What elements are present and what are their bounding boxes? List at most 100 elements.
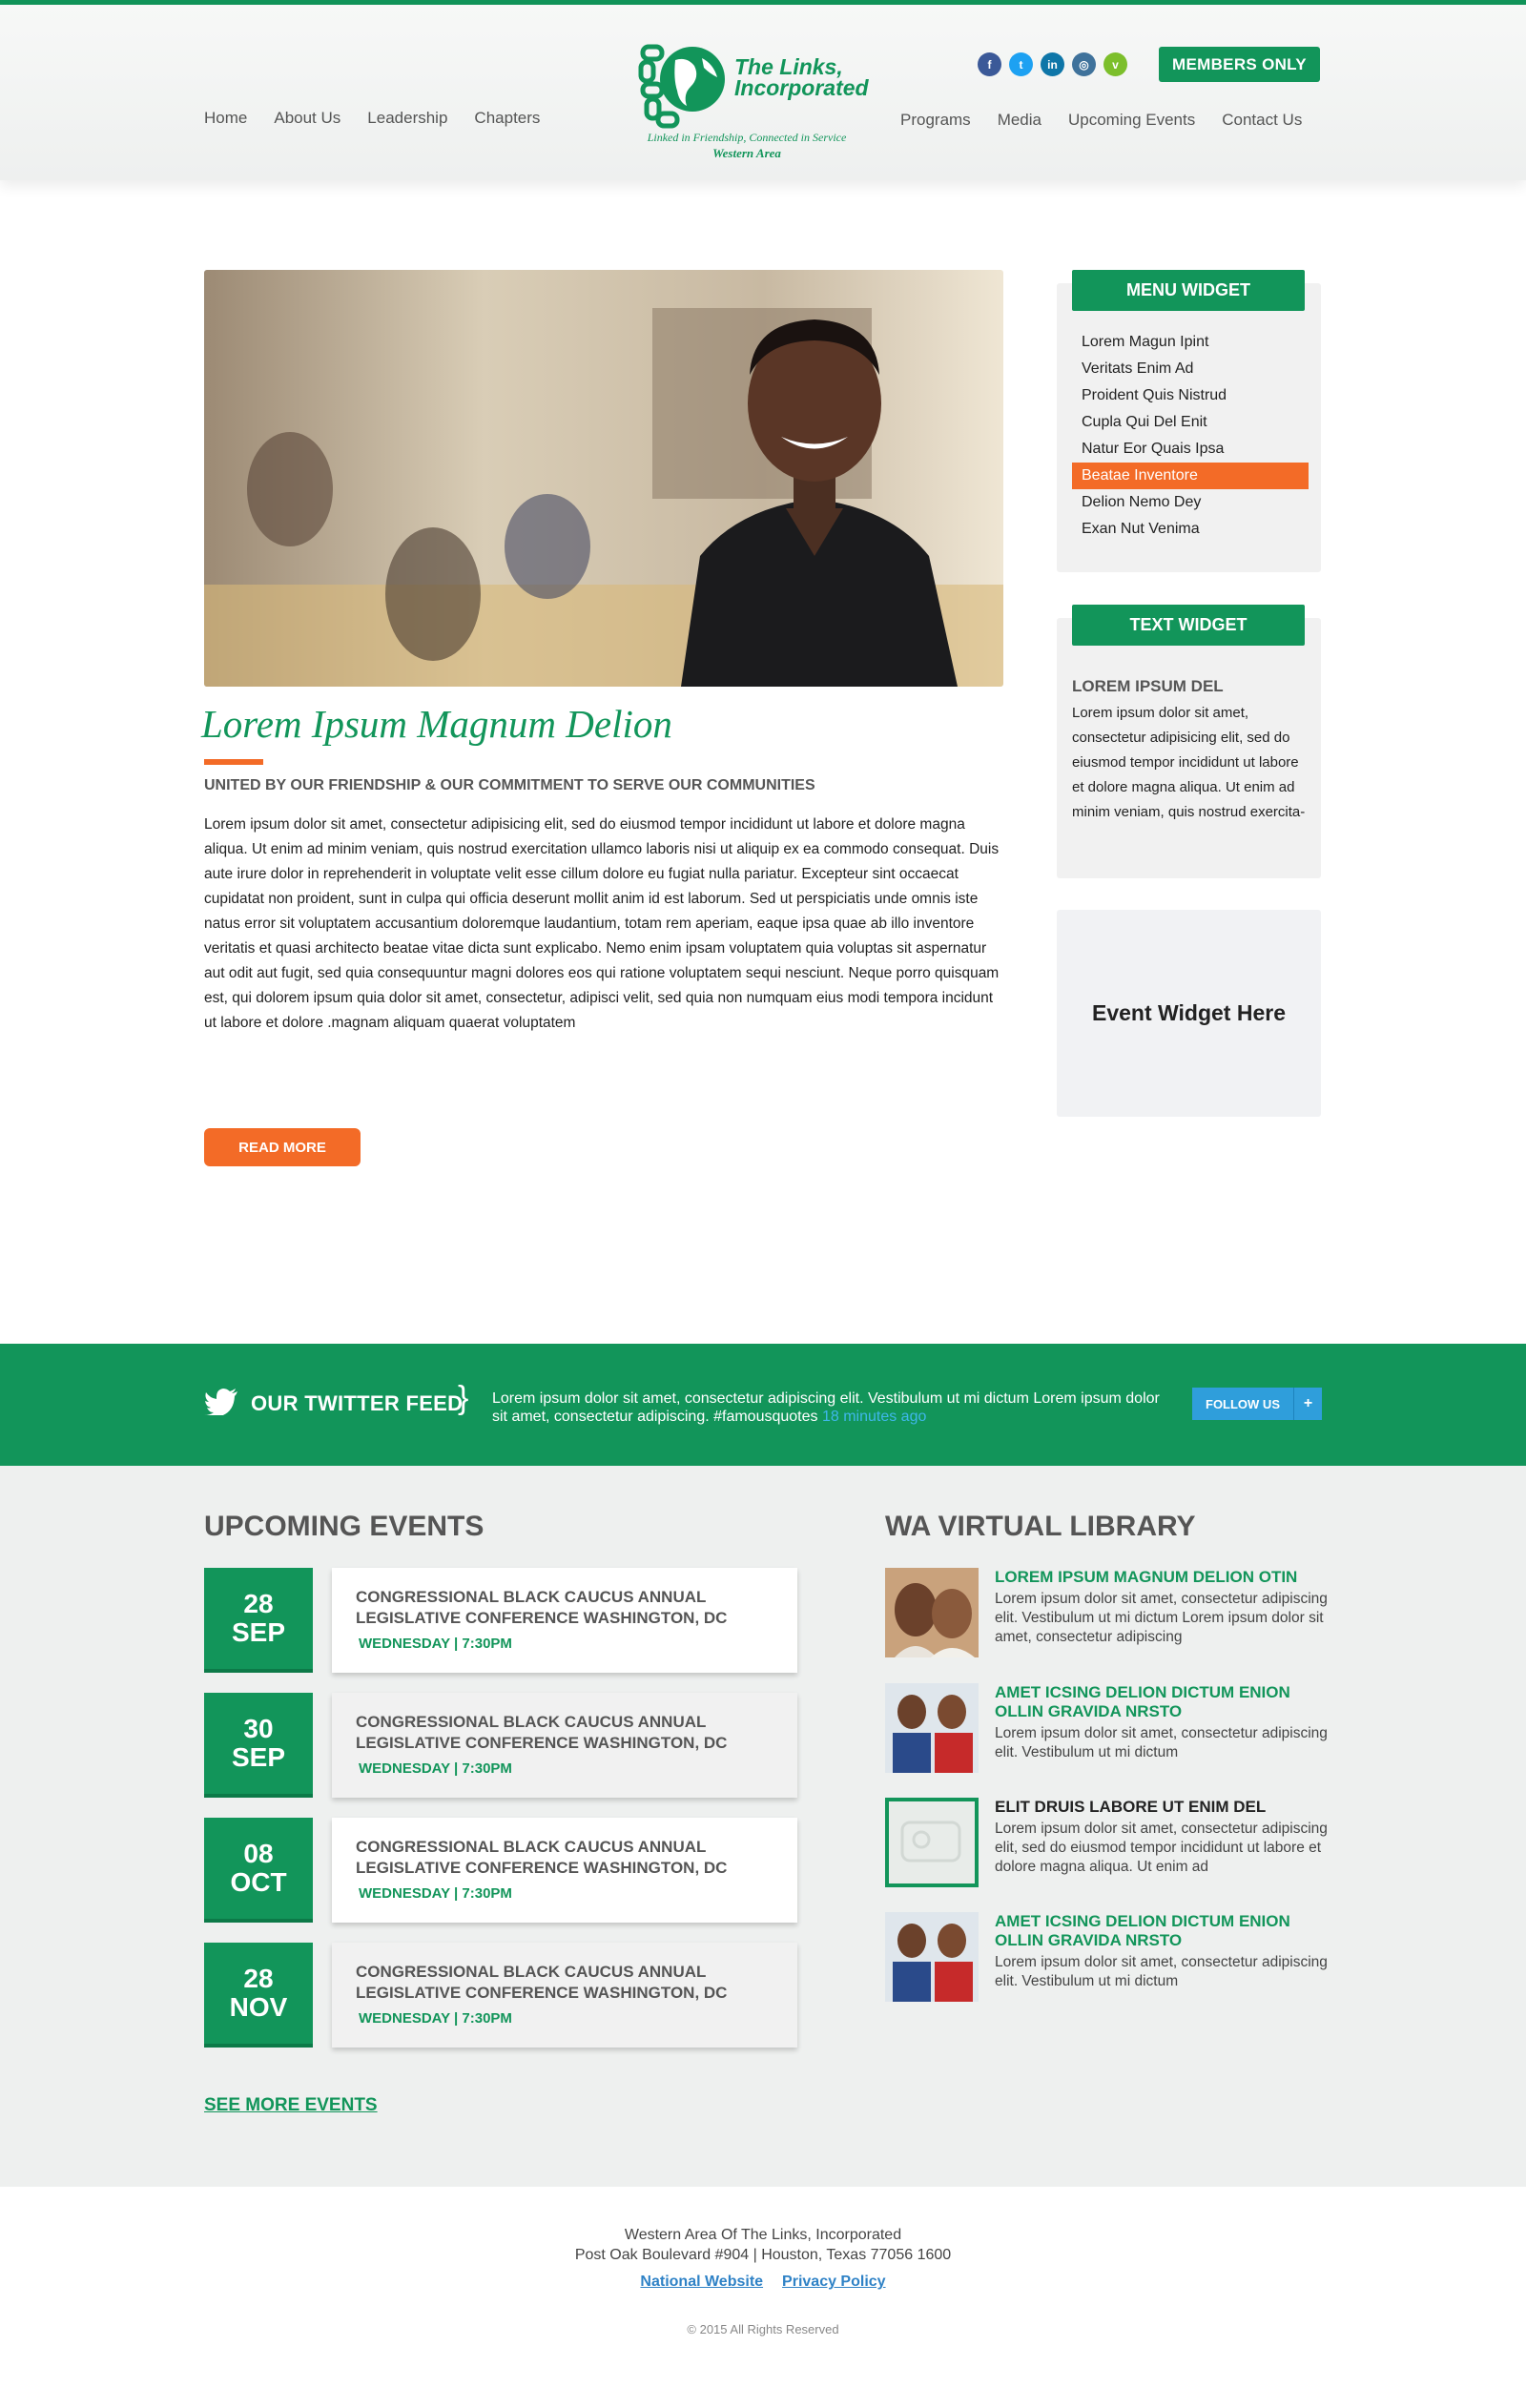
article-body: Lorem ipsum dolor sit amet, consectetur … <box>204 816 1000 1031</box>
menu-widget: MENU WIDGET Lorem Magun Ipint Veritats E… <box>1057 270 1321 572</box>
read-more-button[interactable]: READ MORE <box>204 1128 361 1166</box>
follow-us-label: FOLLOW US <box>1206 1396 1280 1411</box>
logo-tagline: Linked in Friendship, Connected in Servi… <box>647 131 847 144</box>
event-card[interactable]: CONGRESSIONAL BLACK CAUCUS ANNUAL LEGISL… <box>332 1943 797 2048</box>
events-library-section: UPCOMING EVENTS 28 SEP CONGRESSIONAL BLA… <box>0 1466 1526 2187</box>
library-item-title[interactable]: LOREM IPSUM MAGNUM DELION OTIN <box>995 1568 1333 1587</box>
menu-item[interactable]: Veritats Enim Ad <box>1072 356 1309 382</box>
menu-item[interactable]: Cupla Qui Del Enit <box>1072 409 1309 436</box>
linkedin-icon[interactable]: in <box>1041 52 1064 76</box>
nav-home[interactable]: Home <box>204 109 247 128</box>
text-widget: TEXT WIDGET LOREM IPSUM DEL Lorem ipsum … <box>1057 605 1321 878</box>
library-item-title[interactable]: AMET ICSING DELION DICTUM ENION OLLIN GR… <box>995 1683 1333 1721</box>
library-item-body: Lorem ipsum dolor sit amet, consectetur … <box>995 1591 1328 1645</box>
tweet-time[interactable]: 18 minutes ago <box>822 1409 926 1425</box>
nav-leadership[interactable]: Leadership <box>367 109 447 128</box>
see-more-events-link[interactable]: SEE MORE EVENTS <box>204 2095 378 2116</box>
footer-address: Post Oak Boulevard #904 | Houston, Texas… <box>574 2247 952 2263</box>
nav-contact-us[interactable]: Contact Us <box>1222 111 1302 130</box>
event-month: OCT <box>230 1867 287 1897</box>
library-item-title[interactable]: AMET ICSING DELION DICTUM ENION OLLIN GR… <box>995 1912 1333 1950</box>
text-widget-heading: LOREM IPSUM DEL <box>1072 677 1224 695</box>
members-only-button[interactable]: MEMBERS ONLY <box>1159 47 1320 82</box>
library-item: AMET ICSING DELION DICTUM ENION OLLIN GR… <box>885 1683 1329 1779</box>
event-month: NOV <box>229 1992 288 2022</box>
menu-widget-title: MENU WIDGET <box>1072 270 1305 311</box>
twitter-icon[interactable]: t <box>1009 52 1033 76</box>
event-widget: Event Widget Here <box>1057 910 1321 1117</box>
social-icons: f t in ◎ v <box>978 52 1127 76</box>
twitter-feed-title: OUR TWITTER FEED <box>251 1391 464 1415</box>
text-widget-body: Lorem ipsum dolor sit amet, consectetur … <box>1072 705 1306 820</box>
logo-area: Western Area <box>712 146 781 160</box>
event-month: SEP <box>231 1617 286 1647</box>
menu-item[interactable]: Delion Nemo Dey <box>1072 489 1309 516</box>
menu-widget-list: Lorem Magun Ipint Veritats Enim Ad Proid… <box>1072 329 1309 543</box>
student-photo <box>204 270 1003 687</box>
twitter-brace: } <box>458 1380 469 1416</box>
chain-globe-icon <box>638 44 725 129</box>
event-date-badge: 08 OCT <box>204 1818 313 1923</box>
event-title: CONGRESSIONAL BLACK CAUCUS ANNUAL LEGISL… <box>356 1588 728 1627</box>
twitter-feed-band: OUR TWITTER FEED } Lorem ipsum dolor sit… <box>0 1344 1526 1466</box>
nurses-photo[interactable] <box>885 1912 979 2002</box>
event-item: 08 OCT CONGRESSIONAL BLACK CAUCUS ANNUAL… <box>204 1818 797 1923</box>
event-time: WEDNESDAY | 7:30PM <box>359 1885 512 1902</box>
event-item: 30 SEP CONGRESSIONAL BLACK CAUCUS ANNUAL… <box>204 1693 797 1798</box>
library-item-title[interactable]: ELIT DRUIS LABORE UT ENIM DEL <box>995 1798 1333 1817</box>
logo-name: The Links, Incorporated <box>734 56 869 100</box>
tweet-text: Lorem ipsum dolor sit amet, consectetur … <box>492 1389 1179 1426</box>
logo-name-line2: Incorporated <box>734 75 869 100</box>
privacy-policy-link[interactable]: Privacy Policy <box>782 2274 886 2291</box>
menu-item[interactable]: Proident Quis Nistrud <box>1072 382 1309 409</box>
plus-icon: + <box>1293 1388 1322 1420</box>
twitter-bird-icon <box>204 1389 237 1415</box>
copyright: © 2015 All Rights Reserved <box>687 2322 839 2336</box>
event-month: SEP <box>231 1742 286 1772</box>
title-underline <box>204 759 263 765</box>
nav-about-us[interactable]: About Us <box>274 109 340 128</box>
event-card[interactable]: CONGRESSIONAL BLACK CAUCUS ANNUAL LEGISL… <box>332 1693 797 1798</box>
event-card[interactable]: CONGRESSIONAL BLACK CAUCUS ANNUAL LEGISL… <box>332 1568 797 1673</box>
facebook-icon[interactable]: f <box>978 52 1001 76</box>
library-item: LOREM IPSUM MAGNUM DELION OTIN Lorem ips… <box>885 1568 1329 1663</box>
virtual-library-title: WA VIRTUAL LIBRARY <box>885 1511 1196 1542</box>
menu-item-active[interactable]: Beatae Inventore <box>1072 463 1309 489</box>
site-header: Home About Us Leadership Chapters The Li… <box>0 5 1526 180</box>
event-date-badge: 28 NOV <box>204 1943 313 2048</box>
framed-placeholder-image[interactable] <box>885 1798 979 1887</box>
nurses-photo[interactable] <box>885 1683 979 1773</box>
event-time: WEDNESDAY | 7:30PM <box>359 2010 512 2027</box>
national-website-link[interactable]: National Website <box>640 2274 763 2291</box>
instagram-icon[interactable]: ◎ <box>1072 52 1096 76</box>
nav-upcoming-events[interactable]: Upcoming Events <box>1068 111 1195 130</box>
event-title: CONGRESSIONAL BLACK CAUCUS ANNUAL LEGISL… <box>356 1838 728 1877</box>
nav-media[interactable]: Media <box>998 111 1041 130</box>
follow-us-button[interactable]: FOLLOW US + <box>1192 1388 1322 1420</box>
event-day: 28 <box>243 1589 274 1618</box>
event-title: CONGRESSIONAL BLACK CAUCUS ANNUAL LEGISL… <box>356 1713 728 1752</box>
event-day: 30 <box>243 1714 274 1743</box>
hero-image <box>204 270 1003 687</box>
nav-programs[interactable]: Programs <box>900 111 971 130</box>
event-day: 28 <box>243 1964 274 1993</box>
event-date-badge: 28 SEP <box>204 1568 313 1673</box>
menu-item[interactable]: Natur Eor Quais Ipsa <box>1072 436 1309 463</box>
two-women-photo[interactable] <box>885 1568 979 1657</box>
event-item: 28 NOV CONGRESSIONAL BLACK CAUCUS ANNUAL… <box>204 1943 797 2048</box>
nav-chapters[interactable]: Chapters <box>474 109 540 128</box>
menu-item[interactable]: Exan Nut Venima <box>1072 516 1309 543</box>
vine-icon[interactable]: v <box>1103 52 1127 76</box>
library-item-body: Lorem ipsum dolor sit amet, consectetur … <box>995 1725 1328 1760</box>
library-item: AMET ICSING DELION DICTUM ENION OLLIN GR… <box>885 1912 1329 2007</box>
library-item: ELIT DRUIS LABORE UT ENIM DEL Lorem ipsu… <box>885 1798 1329 1893</box>
event-title: CONGRESSIONAL BLACK CAUCUS ANNUAL LEGISL… <box>356 1963 728 2002</box>
article-subtitle: UNITED BY OUR FRIENDSHIP & OUR COMMITMEN… <box>204 777 815 793</box>
event-card[interactable]: CONGRESSIONAL BLACK CAUCUS ANNUAL LEGISL… <box>332 1818 797 1923</box>
upcoming-events-title: UPCOMING EVENTS <box>204 1511 485 1542</box>
event-item: 28 SEP CONGRESSIONAL BLACK CAUCUS ANNUAL… <box>204 1568 797 1673</box>
site-logo[interactable]: The Links, Incorporated Linked in Friend… <box>633 35 869 169</box>
menu-item[interactable]: Lorem Magun Ipint <box>1072 329 1309 356</box>
footer-links: National Website Privacy Policy <box>0 2274 1526 2291</box>
event-time: WEDNESDAY | 7:30PM <box>359 1636 512 1652</box>
